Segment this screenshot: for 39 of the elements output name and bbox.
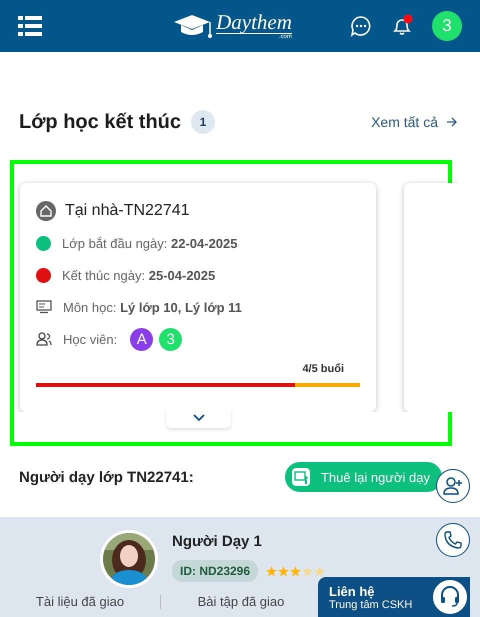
arrow-right-icon — [446, 117, 458, 127]
teacher-section-title: Người dạy lớp TN22741: — [19, 468, 194, 486]
student-avatar[interactable]: A — [130, 328, 154, 350]
progress-reading: 4/5 buổi — [301, 363, 344, 375]
board-icon — [290, 467, 311, 487]
menu-icon[interactable] — [18, 16, 42, 36]
students-label: Học viên: — [63, 332, 118, 346]
headset-button[interactable] — [432, 579, 468, 615]
teacher-id: ID: ND23296 — [172, 560, 258, 582]
contact-widget[interactable]: Liên hệ Trung tâm CSKH — [318, 577, 470, 617]
count-badge: 1 — [191, 110, 216, 134]
star-icon — [266, 566, 278, 576]
add-person-icon — [443, 476, 463, 496]
star-icon — [290, 566, 302, 576]
section-title: Lớp học kết thúc — [19, 110, 182, 134]
phone-icon — [444, 531, 462, 549]
graduation-cap-icon — [172, 13, 214, 39]
contact-title: Liên hệ — [329, 584, 375, 598]
bell-icon[interactable] — [390, 14, 414, 38]
teacher-name: Người Dạy 1 — [172, 533, 263, 550]
class-title: Tại nhà-TN22741 — [65, 202, 190, 220]
view-all-link[interactable]: Xem tất cả — [371, 114, 458, 130]
info-text: Môn học: Lý lớp 10, Lý lớp 11 — [63, 300, 242, 314]
house-icon — [36, 201, 56, 221]
star-icon — [302, 566, 314, 576]
chat-icon[interactable] — [350, 15, 372, 37]
class-card[interactable]: Tại nhà-TN22741 Lớp bắt đầu ngày: 22-04-2025 Kết thúc ngày: 25-04-2025 Môn học: Lý lớp 10, Lý lớp 11 Học viên: A 3 4/5 buổi — [20, 183, 376, 412]
headset-icon — [440, 586, 460, 608]
teacher-tab[interactable]: Tài liệu đã giao — [0, 595, 161, 609]
info-text: Lớp bắt đầu ngày: 22-04-2025 — [62, 236, 238, 250]
chevron-down-icon — [192, 414, 204, 422]
star-icon — [314, 566, 326, 576]
contact-subtitle: Trung tâm CSKH — [329, 598, 412, 610]
people-icon — [36, 332, 52, 346]
info-text: Kết thúc ngày: 25-04-2025 — [62, 268, 216, 282]
star-icon — [278, 566, 290, 576]
add-person-button[interactable] — [436, 469, 470, 503]
logo-text: Daythem — [216, 12, 292, 34]
monitor-icon — [36, 300, 52, 314]
